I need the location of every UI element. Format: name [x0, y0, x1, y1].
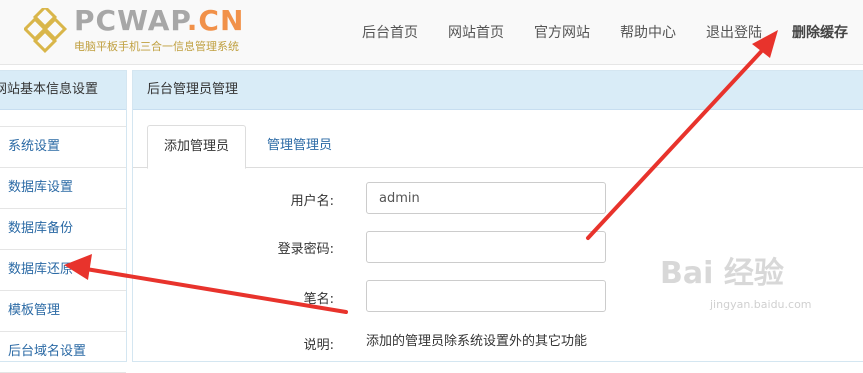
nickname-input[interactable] — [366, 280, 606, 312]
watermark-logo: Bai 经验 — [660, 256, 784, 291]
logo-icon — [24, 8, 68, 54]
password-label: 登录密码: — [277, 242, 334, 257]
top-header: PCWAP.CN 电脑平板手机三合一信息管理系统 后台首页 网站首页 官方网站 … — [0, 0, 863, 65]
main-panel: 后台管理员管理 添加管理员 管理管理员 — [132, 70, 863, 362]
nickname-label: 笔名: — [303, 292, 334, 307]
main-panel-title: 后台管理员管理 — [133, 71, 863, 110]
sidebar-list: 系统设置 数据库设置 数据库备份 数据库还原 模板管理 后台域名设置 — [0, 126, 126, 373]
logo-text: PCWAP.CN — [74, 4, 245, 37]
note-label: 说明: — [303, 338, 334, 353]
tab-add-admin[interactable]: 添加管理员 — [147, 125, 247, 169]
password-input[interactable] — [366, 231, 606, 263]
watermark-url: jingyan.baidu.com — [710, 298, 812, 311]
tab-bar: 添加管理员 管理管理员 — [133, 125, 863, 169]
note-text: 添加的管理员除系统设置外的其它功能 — [366, 334, 588, 349]
sidebar-item-admin-domain[interactable]: 后台域名设置 — [0, 332, 126, 373]
username-label: 用户名: — [290, 194, 334, 209]
nav-help-center[interactable]: 帮助中心 — [605, 22, 691, 42]
nav-admin-home[interactable]: 后台首页 — [347, 22, 433, 42]
nav-official-site[interactable]: 官方网站 — [519, 22, 605, 42]
sidebar-item-database-restore[interactable]: 数据库还原 — [0, 250, 126, 291]
sidebar-item-template-manage[interactable]: 模板管理 — [0, 291, 126, 332]
tab-manage-admin[interactable]: 管理管理员 — [251, 125, 348, 167]
nav-clear-cache[interactable]: 删除缓存 — [777, 22, 863, 42]
logo-subtitle: 电脑平板手机三合一信息管理系统 — [74, 40, 239, 53]
nav-site-home[interactable]: 网站首页 — [433, 22, 519, 42]
sidebar-item-system-settings[interactable]: 系统设置 — [0, 127, 126, 168]
username-input[interactable] — [366, 182, 606, 214]
top-nav: 后台首页 网站首页 官方网站 帮助中心 退出登陆 删除缓存 — [347, 0, 863, 64]
sidebar-item-database-backup[interactable]: 数据库备份 — [0, 209, 126, 250]
sidebar: 网站基本信息设置 系统设置 数据库设置 数据库备份 数据库还原 模板管理 后台域… — [0, 70, 127, 373]
nav-logout[interactable]: 退出登陆 — [691, 22, 777, 42]
sidebar-title: 网站基本信息设置 — [0, 71, 126, 110]
sidebar-item-database-settings[interactable]: 数据库设置 — [0, 168, 126, 209]
